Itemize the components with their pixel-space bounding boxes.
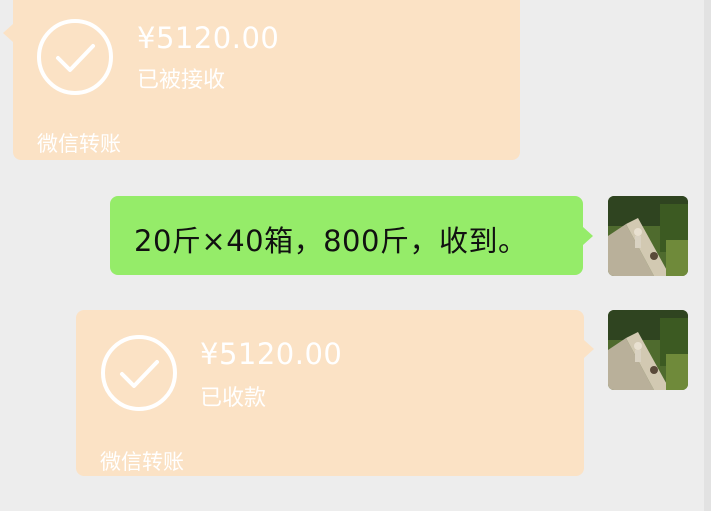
- check-circle-icon: [100, 334, 178, 412]
- transfer-status: 已被接收: [137, 68, 226, 93]
- avatar[interactable]: [608, 196, 688, 276]
- transfer-amount: ¥5120.00: [200, 337, 343, 371]
- message-text: 20斤×40箱，800斤，收到。: [134, 224, 528, 258]
- transfer-amount: ¥5120.00: [137, 21, 280, 55]
- transfer-label: 微信转账: [100, 450, 184, 474]
- avatar[interactable]: [608, 310, 688, 390]
- transfer-message-sent[interactable]: ¥5120.00 已收款 微信转账: [76, 310, 594, 476]
- transfer-message-received[interactable]: ¥5120.00 已被接收 微信转账: [3, 0, 520, 160]
- scrollbar-track[interactable]: [704, 0, 711, 511]
- check-circle-icon: [36, 18, 114, 96]
- text-message-bubble[interactable]: 20斤×40箱，800斤，收到。: [110, 196, 593, 275]
- transfer-label: 微信转账: [37, 132, 121, 156]
- transfer-status: 已收款: [200, 386, 267, 411]
